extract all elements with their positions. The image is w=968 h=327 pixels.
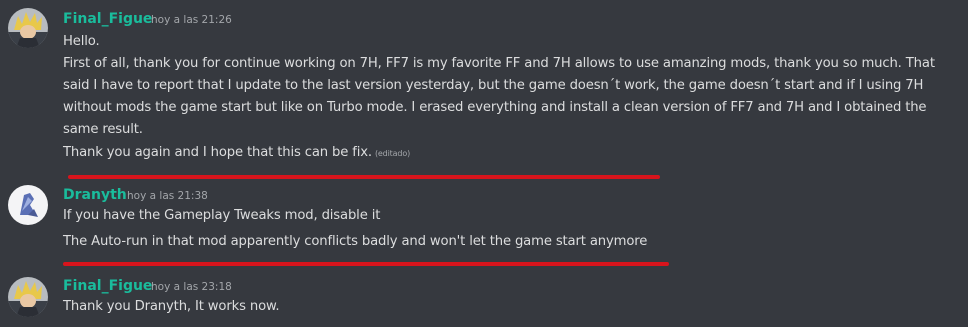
avatar-dranyth[interactable] <box>8 185 48 225</box>
message-text-line-last: Thank you again and I hope that this can… <box>63 145 965 160</box>
timestamp: hoy a las 23:18 <box>151 281 232 293</box>
timestamp: hoy a las 21:38 <box>127 190 208 202</box>
avatar-final-figue-image <box>8 8 48 48</box>
message-text-line: Thank you Dranyth, It works now. <box>63 299 280 314</box>
highlight-underline <box>68 175 660 179</box>
message-text-line: said I have to report that I update to t… <box>63 78 924 93</box>
username[interactable]: Final_Figue <box>63 11 152 27</box>
username[interactable]: Final_Figue <box>63 278 152 294</box>
message-text-line: Hello. <box>63 34 100 49</box>
timestamp: hoy a las 21:26 <box>151 14 232 26</box>
message-text-line: First of all, thank you for continue wor… <box>63 56 935 71</box>
avatar-final-figue-image <box>8 277 48 317</box>
username[interactable]: Dranyth <box>63 187 127 203</box>
avatar-dranyth-image <box>8 185 48 225</box>
message-text-line: same result. <box>63 122 143 137</box>
avatar-final-figue[interactable] <box>8 8 48 48</box>
highlight-underline <box>63 262 669 266</box>
message-text-line: without mods the game start but like on … <box>63 100 927 115</box>
message-text: Thank you again and I hope that this can… <box>63 145 372 160</box>
message-text-line: If you have the Gameplay Tweaks mod, dis… <box>63 208 381 223</box>
edited-label: (editado) <box>374 149 411 158</box>
avatar-final-figue[interactable] <box>8 277 48 317</box>
message-text-line: The Auto-run in that mod apparently conf… <box>63 234 648 249</box>
chat-log: Final_Figue hoy a las 21:26 Hello. First… <box>0 0 968 327</box>
